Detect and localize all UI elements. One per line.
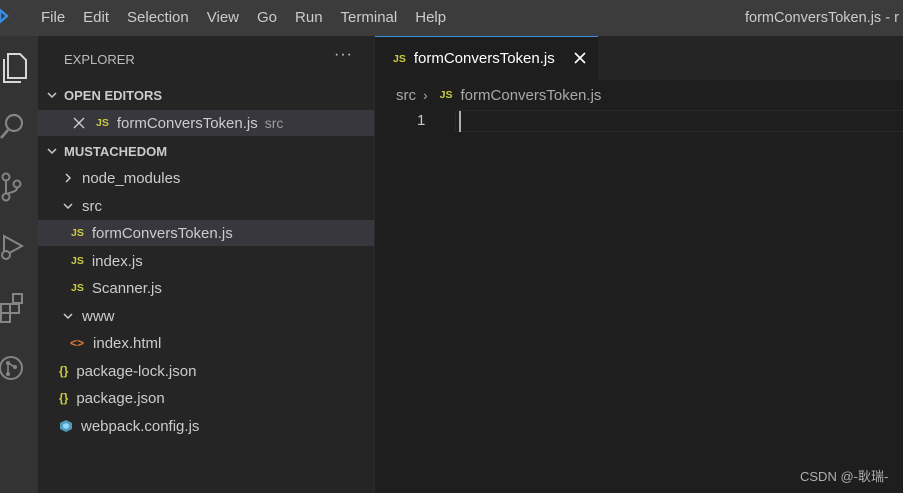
menu-help[interactable]: Help [406,0,455,36]
json-file-icon: {} [59,391,69,405]
tree-item-label: src [82,197,102,215]
tree-item-label: index.html [93,334,162,352]
window-title: formConversToken.js - r [745,10,899,26]
js-file-icon: JS [71,255,84,267]
tree-file-package-json[interactable]: {} package.json [38,385,374,411]
extensions-icon[interactable] [0,284,38,328]
tab-bar: JS formConversToken.js [375,36,903,80]
chevron-down-icon [47,148,57,155]
menu-file[interactable]: File [32,0,74,36]
tree-folder-www[interactable]: www [38,303,374,329]
activity-bar [0,36,38,493]
explorer-header: EXPLORER ··· [38,36,374,82]
open-editor-item[interactable]: JS formConversToken.js src [38,110,374,136]
line-number: 1 [417,112,426,129]
menu-run[interactable]: Run [286,0,332,36]
project-title: MUSTACHEDOM [64,143,168,159]
source-control-icon[interactable] [0,164,38,208]
js-file-icon: JS [71,282,84,294]
tree-file-formconverstoken[interactable]: JS formConversToken.js [38,220,374,246]
search-icon[interactable] [0,102,38,146]
tab-label: formConversToken.js [413,50,555,67]
tree-file-webpack-config[interactable]: webpack.config.js [38,413,374,439]
editor-area: JS formConversToken.js src › JS formConv… [375,36,903,493]
close-icon[interactable] [73,117,85,129]
vscode-logo-icon [0,0,14,36]
tree-item-label: www [82,307,115,325]
menu-bar: File Edit Selection View Go Run Terminal… [32,0,455,36]
tree-item-label: package-lock.json [76,362,197,380]
chevron-right-icon [65,173,72,183]
git-graph-icon[interactable] [0,346,38,390]
tree-item-label: Scanner.js [91,279,162,297]
tree-file-index-js[interactable]: JS index.js [38,248,374,274]
tree-folder-src[interactable]: src [38,193,374,219]
webpack-cube-icon [60,420,72,432]
tree-file-index-html[interactable]: <> index.html [38,330,374,356]
html-file-icon: <> [70,336,85,350]
menu-edit[interactable]: Edit [74,0,118,36]
chevron-down-icon [63,313,73,320]
menu-view[interactable]: View [198,0,248,36]
explorer-title: EXPLORER [64,52,135,67]
js-file-icon: JS [393,52,406,65]
text-cursor [459,111,461,132]
js-file-icon: JS [71,227,84,239]
code-area[interactable]: 1 [375,110,903,132]
breadcrumb-folder[interactable]: src [396,87,416,104]
tree-item-label: webpack.config.js [81,417,200,435]
tree-item-label: formConversToken.js [91,224,233,242]
explorer-sidebar: EXPLORER ··· OPEN EDITORS JS formConvers… [38,36,375,493]
tree-file-scanner-js[interactable]: JS Scanner.js [38,275,374,301]
menu-selection[interactable]: Selection [118,0,198,36]
menu-terminal[interactable]: Terminal [332,0,407,36]
open-editor-filename: formConversToken.js [116,114,258,132]
js-file-icon: JS [96,117,109,129]
chevron-down-icon [47,92,57,99]
explorer-icon[interactable] [0,44,38,88]
tree-item-label: package.json [76,389,165,407]
json-file-icon: {} [59,364,69,378]
open-editors-title: OPEN EDITORS [64,87,163,103]
chevron-down-icon [63,203,73,210]
close-icon[interactable] [571,49,589,67]
js-file-icon: JS [439,89,453,101]
current-line-highlight [455,110,903,132]
breadcrumb: src › JS formConversToken.js [375,80,903,110]
title-bar: File Edit Selection View Go Run Terminal… [0,0,903,36]
watermark: CSDN @-耿瑞- [800,469,889,484]
run-debug-icon[interactable] [0,224,38,268]
tab-formconverstoken[interactable]: JS formConversToken.js [375,36,598,80]
tree-file-package-lock-json[interactable]: {} package-lock.json [38,358,374,384]
tree-folder-node-modules[interactable]: node_modules [38,165,374,191]
tree-item-label: node_modules [82,169,181,187]
breadcrumb-file[interactable]: formConversToken.js [461,87,602,104]
open-editors-section-header[interactable]: OPEN EDITORS [38,82,374,108]
chevron-right-icon: › [423,87,428,103]
more-actions-icon[interactable]: ··· [334,46,353,64]
project-section-header[interactable]: MUSTACHEDOM [38,138,374,164]
tree-item-label: index.js [91,252,143,270]
open-editor-path: src [264,115,284,131]
menu-go[interactable]: Go [248,0,286,36]
